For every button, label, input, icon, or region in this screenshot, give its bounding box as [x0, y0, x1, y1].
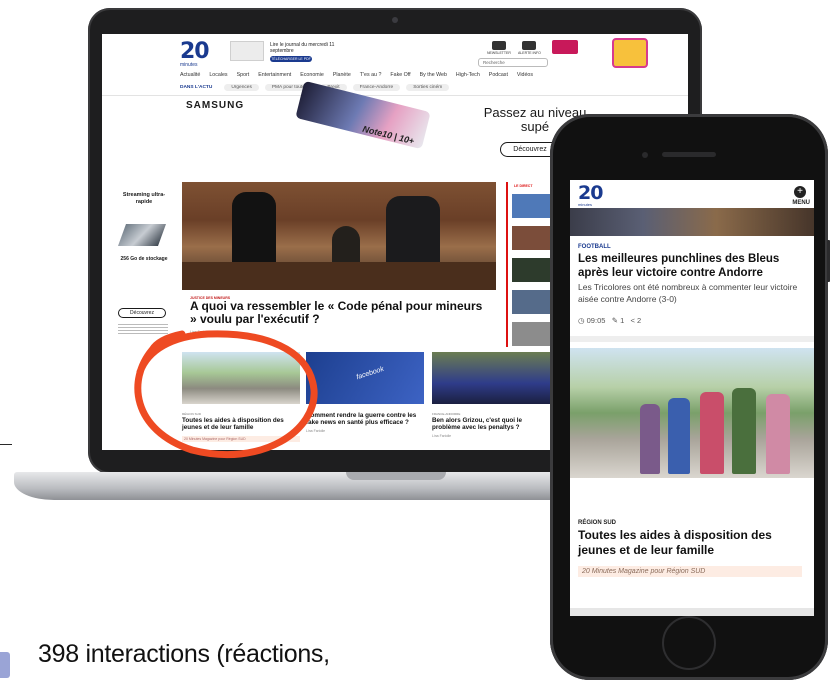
- comment-icon[interactable]: ✎: [612, 316, 618, 325]
- child-figure: [640, 404, 660, 474]
- hero-bench: [182, 262, 496, 290]
- live-thumb[interactable]: [512, 226, 554, 250]
- left-edge-tick: [0, 444, 12, 445]
- child-figure: [766, 394, 790, 474]
- article-title[interactable]: Toutes les aides à disposition des jeune…: [578, 528, 806, 558]
- live-thumb[interactable]: [512, 290, 554, 314]
- article-category[interactable]: RÉGION SUD: [578, 520, 616, 526]
- game-promo-icon[interactable]: [612, 38, 648, 68]
- live-thumb[interactable]: [512, 194, 554, 218]
- nav-item[interactable]: Podcast: [489, 72, 508, 78]
- search-input[interactable]: Recherche: [478, 58, 548, 67]
- article-card-tag: FRANCE-ANDORRE: [432, 412, 461, 416]
- side-ad-phones-image: [117, 224, 167, 246]
- nav-item[interactable]: Actualité: [180, 72, 200, 78]
- article-card-author: Lina Fariolle: [432, 433, 452, 438]
- divider: [570, 336, 814, 342]
- child-figure: [732, 388, 756, 474]
- article-shares: 2: [637, 316, 642, 325]
- phone-screen: 20 minutes + MENU FOOTBALL Les meilleure…: [570, 180, 814, 616]
- article-card-image: [432, 352, 550, 404]
- child-figure: [668, 398, 690, 474]
- article-description: Les Tricolores ont été nombreux à commen…: [578, 282, 798, 304]
- article-title[interactable]: Les meilleures punchlines des Bleus aprè…: [578, 252, 808, 280]
- ad-brand: SAMSUNG: [186, 100, 245, 111]
- clock-icon: ◷: [578, 316, 585, 325]
- child-figure: [700, 392, 724, 474]
- promo-text: Lire le journal du mercredi 11 septembre: [270, 42, 335, 54]
- highlight-circle-icon: [134, 330, 318, 458]
- hero-figure: [332, 226, 360, 266]
- nav-item[interactable]: Vidéos: [517, 72, 533, 78]
- main-nav: Actualité Locales Sport Entertainment Ec…: [180, 72, 660, 78]
- laptop-notch: [346, 472, 446, 480]
- site-logo[interactable]: 20: [180, 41, 210, 63]
- article-time: 09:05: [586, 316, 606, 325]
- nav-item[interactable]: Sport: [237, 72, 250, 78]
- newsletter-label: NEWSLETTER: [487, 51, 511, 55]
- side-ad-title: Streaming ultra-rapide: [122, 192, 166, 205]
- facebook-word: facebook: [355, 365, 385, 382]
- smartphone: 20 minutes + MENU FOOTBALL Les meilleure…: [550, 114, 830, 680]
- article-card-title[interactable]: Ben alors Grizou, c'est quoi le problème…: [432, 417, 550, 432]
- alert-icon[interactable]: [522, 41, 536, 50]
- subnav-pill[interactable]: Urgences: [224, 84, 259, 91]
- nav-item[interactable]: Fake Off: [390, 72, 410, 78]
- nav-item[interactable]: Economie: [300, 72, 324, 78]
- nav-item[interactable]: Entertainment: [258, 72, 291, 78]
- alert-label: ALERTE INFO: [518, 51, 541, 55]
- article-card[interactable]: FRANCE-ANDORRE Ben alors Grizou, c'est q…: [432, 352, 550, 438]
- article-category[interactable]: FOOTBALL: [578, 244, 611, 250]
- caption: 398 interactions (réactions,: [38, 640, 330, 669]
- newspaper-thumbnail[interactable]: [230, 41, 264, 61]
- side-ad-storage: 256 Go de stockage: [120, 256, 168, 262]
- phone-site-logo-sub: minutes: [578, 202, 593, 207]
- article-magazine: 20 Minutes Magazine pour Région SUD: [578, 566, 802, 577]
- next-article-strip: [570, 608, 814, 616]
- live-thumb[interactable]: [512, 322, 554, 346]
- site-header: 20 minutes Lire le journal du mercredi 1…: [102, 34, 688, 96]
- newsletter-icon[interactable]: [492, 41, 506, 50]
- nav-item[interactable]: High-Tech: [456, 72, 480, 78]
- nav-item[interactable]: By the Web: [420, 72, 447, 78]
- nav-item[interactable]: T'es au ?: [360, 72, 382, 78]
- left-accent-mark: [0, 652, 10, 678]
- hero-image[interactable]: [182, 182, 496, 290]
- article-image[interactable]: [570, 208, 814, 236]
- site-logo-sub: minutes: [180, 62, 198, 68]
- share-icon[interactable]: <: [631, 316, 635, 325]
- article-image[interactable]: [570, 348, 814, 478]
- subnav-pill[interactable]: Sorties ciném: [406, 84, 450, 91]
- nav-item[interactable]: Planète: [333, 72, 351, 78]
- nav-item[interactable]: Locales: [209, 72, 227, 78]
- phone-site-logo[interactable]: 20: [578, 184, 603, 203]
- phone-side-button: [827, 240, 830, 282]
- subnav: DANS L'ACTU Urgences PMA pour toutes Bre…: [180, 84, 660, 91]
- article-comments: 1: [620, 316, 625, 325]
- phone-camera-icon: [642, 152, 648, 158]
- account-button[interactable]: [552, 40, 578, 54]
- home-button-icon[interactable]: [662, 616, 716, 670]
- caption-count: 398 interactions: [38, 640, 210, 668]
- menu-plus-icon[interactable]: +: [794, 186, 806, 198]
- download-pdf-button[interactable]: TÉLÉCHARGER LE PDF: [270, 56, 312, 62]
- phone-speaker: [662, 152, 716, 157]
- menu-label[interactable]: MENU: [792, 200, 810, 206]
- subnav-pill[interactable]: France-Andorre: [352, 84, 401, 91]
- live-thumb[interactable]: [512, 258, 554, 282]
- caption-rest: (réactions,: [216, 640, 330, 668]
- laptop-camera-icon: [392, 17, 398, 23]
- live-label: LE DIRECT: [514, 184, 533, 188]
- subnav-label: DANS L'ACTU: [180, 85, 213, 90]
- article-meta: ◷ 09:05 ✎ 1 < 2: [578, 316, 641, 325]
